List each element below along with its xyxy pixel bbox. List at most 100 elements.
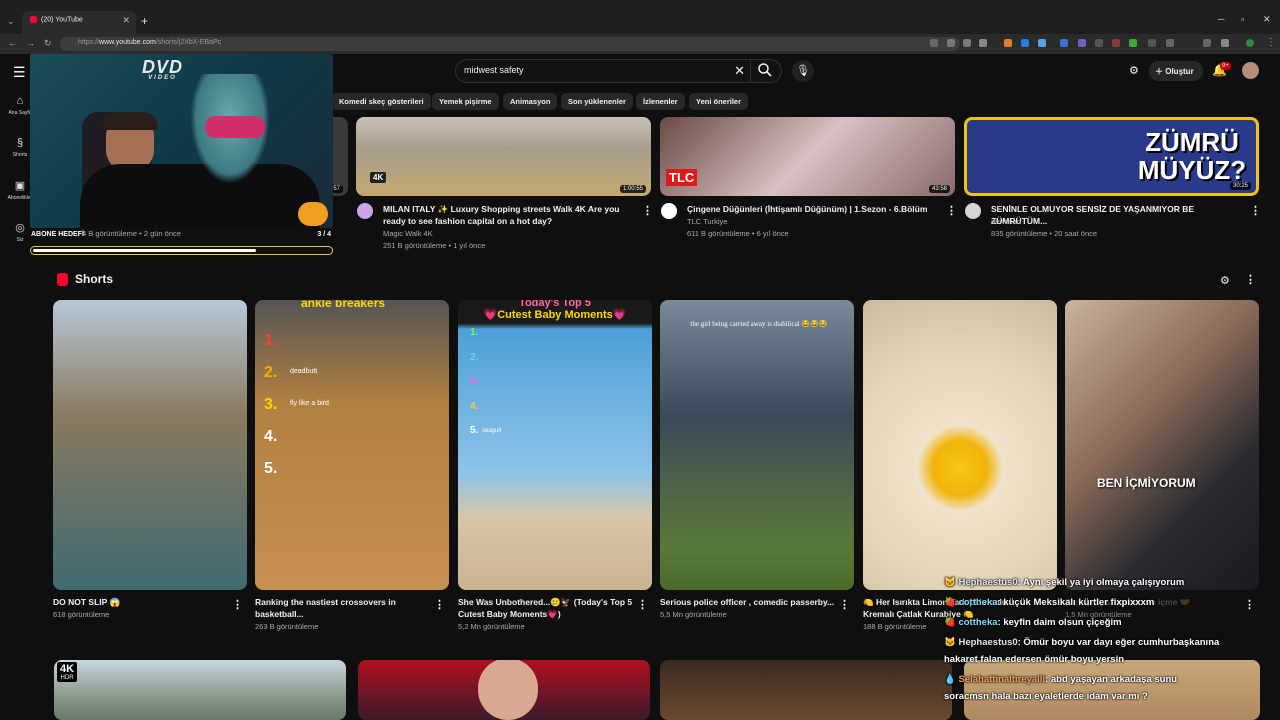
short-title[interactable]: DO NOT SLIP 😱 — [53, 596, 223, 608]
dvd-logo: DVD VIDEO — [142, 57, 183, 81]
chat-message: 🍓 cottheka: küçük Meksikalı kürtler fixp… — [944, 597, 1154, 609]
extension-icon[interactable] — [1203, 39, 1211, 47]
extension-icon[interactable] — [1148, 39, 1156, 47]
video-title[interactable]: MILAN ITALY ✨ Luxury Shopping streets Wa… — [383, 203, 641, 227]
chip-cooking[interactable]: Yemek pişirme — [432, 93, 499, 110]
person-face — [478, 660, 538, 720]
extension-icon[interactable] — [1095, 39, 1103, 47]
channel-name[interactable]: Magic Walk 4K — [383, 228, 433, 240]
more-options-icon[interactable]: ⋮ — [1244, 598, 1255, 611]
short-thumbnail[interactable]: the girl being carried away is diabilica… — [660, 300, 854, 590]
short-views: 263 B görüntüleme — [255, 622, 319, 631]
close-window-icon[interactable]: ✕ — [1263, 14, 1271, 25]
rank-label: 2. — [264, 364, 278, 381]
extensions-puzzle-icon[interactable] — [1221, 39, 1229, 47]
channel-name[interactable]: TLC Turkiye — [687, 216, 727, 228]
short-thumbnail[interactable] — [53, 300, 247, 590]
zoom-icon[interactable] — [930, 39, 938, 47]
more-options-icon[interactable]: ⋮ — [839, 598, 850, 611]
profile-icon[interactable] — [1246, 39, 1254, 47]
tab-list-icon[interactable]: ⌄ — [7, 16, 15, 27]
extension-icon[interactable] — [1038, 39, 1046, 47]
chip-animation[interactable]: Animasyon — [503, 93, 558, 110]
browser-menu-icon[interactable]: ⋮ — [1266, 37, 1276, 48]
reload-icon[interactable]: ↻ — [44, 38, 52, 49]
chat-text: : Aynı şekil ya iyi olmaya çalışıyorum — [1017, 577, 1185, 588]
goal-progress-fill — [33, 249, 256, 252]
chip-recent[interactable]: Son yüklenenler — [561, 93, 633, 110]
chip-watched[interactable]: İzlenenler — [636, 93, 685, 110]
menu-hamburger-icon[interactable]: ☰ — [13, 64, 26, 81]
short-thumbnail[interactable] — [863, 300, 1057, 590]
maximize-icon[interactable]: ▫ — [1241, 14, 1244, 24]
chip-comedy[interactable]: Komedi skeç gösterileri — [332, 93, 431, 110]
shorts-logo-icon — [57, 273, 68, 286]
chip-new[interactable]: Yeni öneriler — [689, 93, 749, 110]
bookmark-star-icon[interactable] — [979, 39, 987, 47]
eye-off-icon[interactable] — [963, 39, 971, 47]
channel-avatar[interactable] — [357, 203, 373, 219]
video-thumbnail[interactable]: 4K HDR — [54, 660, 346, 720]
hdr-badge-text: HDR — [60, 675, 74, 681]
extension-icon[interactable] — [1112, 39, 1120, 47]
close-tab-icon[interactable]: ✕ — [122, 15, 130, 26]
channel-avatar[interactable] — [965, 203, 981, 219]
dvd-logo-text: DVD — [142, 57, 184, 77]
extension-icon[interactable] — [1129, 39, 1137, 47]
short-title[interactable]: Ranking the nastiest crossovers in baske… — [255, 596, 425, 620]
video-thumbnail[interactable] — [964, 660, 1260, 720]
extension-icon[interactable] — [1060, 39, 1068, 47]
short-title[interactable]: She Was Unbothered...🥲🦅 (Today's Top 5 C… — [458, 596, 633, 620]
more-options-icon[interactable]: ⋮ — [642, 204, 653, 217]
video-thumbnail[interactable] — [358, 660, 650, 720]
chat-message: 🍓 cottheka: keyfin daim olsun çiçeğim — [944, 617, 1122, 629]
video-thumbnail[interactable]: 4K 1:00:55 — [356, 117, 651, 196]
new-tab-icon[interactable]: + — [141, 14, 148, 28]
more-options-icon[interactable]: ⋮ — [232, 598, 243, 611]
chat-text: hakaret falan edersen ömür boyu yersin — [944, 654, 1125, 665]
video-title[interactable]: SENİNLE OLMUYOR SENSİZ DE YAŞANMIYOR BE … — [991, 203, 1246, 227]
account-avatar[interactable] — [1242, 62, 1259, 79]
create-button[interactable]: ＋ Oluştur — [1149, 61, 1203, 81]
cast-icon[interactable] — [947, 39, 955, 47]
extension-icon[interactable] — [1078, 39, 1086, 47]
shorts-settings-icon[interactable]: ⚙ — [1220, 274, 1230, 287]
minimize-icon[interactable]: ─ — [1218, 14, 1224, 24]
extension-icon[interactable] — [1004, 39, 1012, 47]
channel-avatar[interactable] — [661, 203, 677, 219]
sidebar-item-label: Abonelikler — [7, 195, 33, 201]
short-thumbnail[interactable]: Today's Top 5 💗Cutest Baby Moments💗 1. 2… — [458, 300, 652, 590]
video-thumbnail[interactable] — [660, 660, 952, 720]
search-icon[interactable] — [757, 62, 773, 78]
browser-tab[interactable]: (20) YouTube ✕ — [22, 11, 136, 34]
short-title[interactable]: Serious police officer , comedic passerb… — [660, 596, 835, 608]
video-title[interactable]: Çingene Düğünleri (İhtişamlı Düğünüm) | … — [687, 203, 945, 215]
video-thumbnail[interactable]: ZÜMRÜ MÜYÜZ? 30:25 — [964, 117, 1259, 196]
extension-icon[interactable] — [1166, 39, 1174, 47]
chat-username: cottheka — [958, 617, 998, 628]
search-box[interactable]: midwest safety ✕ — [455, 59, 782, 83]
forward-icon[interactable]: → — [26, 38, 35, 48]
search-input[interactable]: midwest safety — [464, 65, 524, 75]
create-video-icon[interactable]: ⚙ — [1129, 64, 1139, 77]
more-options-icon[interactable]: ⋮ — [434, 598, 445, 611]
pet-fox-icon — [298, 202, 328, 226]
extension-icon[interactable] — [1021, 39, 1029, 47]
clear-search-icon[interactable]: ✕ — [734, 63, 745, 79]
channel-name[interactable]: dewasad — [991, 216, 1021, 228]
short-thumbnail[interactable]: BEN İÇMİYORUM — [1065, 300, 1259, 590]
short-thumbnail[interactable]: ankle breakers 1. 2. 3. 4. 5. deadbutt f… — [255, 300, 449, 590]
youtube-favicon — [30, 16, 37, 23]
chat-text: : Ömür boyu var dayı eğer cumhurbaşkanın… — [1017, 637, 1220, 648]
shorts-more-icon[interactable]: ⋮ — [1245, 273, 1256, 286]
more-options-icon[interactable]: ⋮ — [1250, 204, 1261, 217]
back-icon[interactable]: ← — [8, 38, 17, 48]
video-thumbnail[interactable]: TLC 43:58 — [660, 117, 955, 196]
more-options-icon[interactable]: ⋮ — [946, 204, 957, 217]
more-options-icon[interactable]: ⋮ — [637, 598, 648, 611]
short-views: 188 B görüntüleme — [863, 622, 927, 631]
rank-note: fly like a bird — [290, 400, 329, 407]
url-field[interactable]: https://www.youtube.com/shorts/j2XbX-EBa… — [60, 37, 960, 51]
voice-search-icon[interactable]: 🎙 — [792, 60, 814, 82]
goal-count: 3 / 4 — [317, 231, 331, 238]
